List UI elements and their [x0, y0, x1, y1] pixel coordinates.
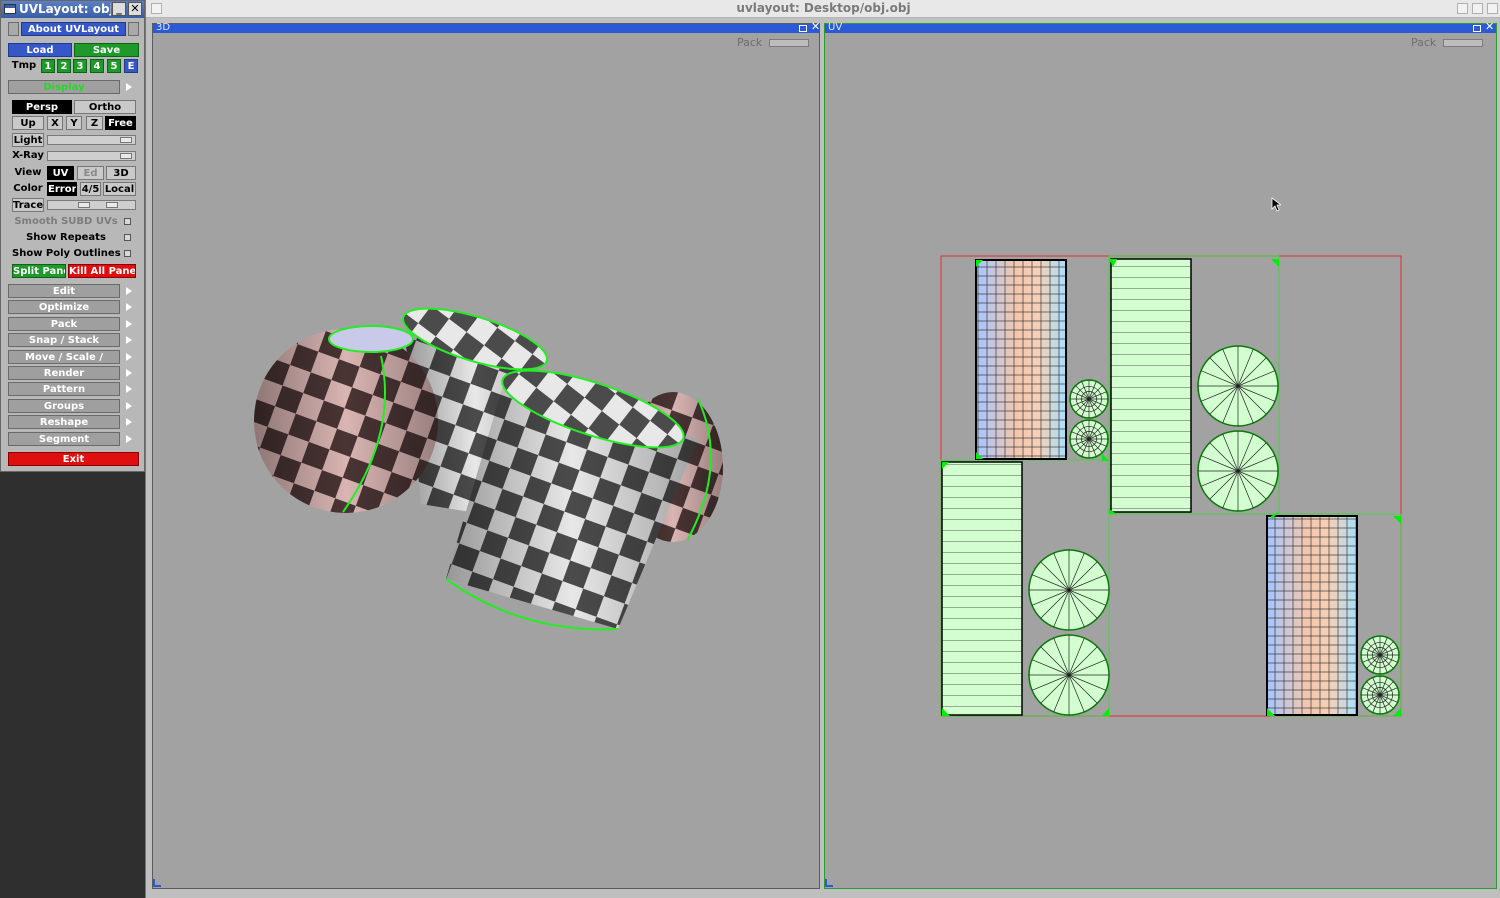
kill-all-panes-button[interactable]: Kill All Panes [68, 264, 136, 278]
display-menu-button[interactable]: Display [8, 80, 120, 94]
chevron-right-icon [126, 320, 132, 328]
show-repeats-checkbox[interactable] [124, 234, 131, 241]
exit-button[interactable]: Exit [8, 452, 139, 466]
uv-shell-cylinder-1[interactable] [1110, 258, 1192, 513]
viewport-3d-pane[interactable]: 3D ✕ Pack [152, 21, 820, 889]
chevron-right-icon [126, 83, 132, 91]
about-button[interactable]: About UVLayout [21, 22, 126, 36]
viewport-3d-canvas[interactable] [153, 34, 819, 888]
chevron-right-icon [126, 303, 132, 311]
trace-slider-knob-a[interactable] [78, 202, 90, 208]
view-label: View [14, 167, 42, 178]
snap-stack-menu-button[interactable]: Snap / Stack [8, 333, 120, 347]
uv-shell-sphere-2[interactable] [1266, 515, 1358, 716]
uvlayout-panel: UVLayout: obj.obj _ ✕ About UVLayout Loa… [0, 0, 145, 472]
pack-menu-button[interactable]: Pack [8, 317, 120, 331]
chevron-right-icon [126, 435, 132, 443]
chevron-right-icon [126, 385, 132, 393]
show-poly-outlines-label: Show Poly Outlines [12, 248, 121, 259]
pane-3d-header: 3D ✕ [153, 21, 820, 33]
close-icon[interactable]: ✕ [128, 2, 142, 16]
viewport-uv-pane[interactable]: UV ✕ Pack [824, 21, 1497, 889]
axis-y-button[interactable]: Y [66, 116, 82, 130]
color-local-button[interactable]: Local [103, 182, 136, 196]
maximize-icon[interactable] [799, 25, 807, 32]
persp-button[interactable]: Persp [12, 100, 72, 114]
axis-z-button[interactable]: Z [86, 116, 103, 130]
scroll-right-handle[interactable] [128, 22, 139, 36]
show-repeats-label: Show Repeats [26, 232, 106, 243]
xray-label: X-Ray [12, 150, 44, 161]
chevron-right-icon [126, 353, 132, 361]
tmp-slot-2[interactable]: 2 [57, 59, 71, 73]
mouse-cursor-icon [1271, 197, 1281, 212]
axis-x-button[interactable]: X [47, 116, 63, 130]
minimize-icon[interactable]: _ [112, 2, 126, 16]
show-poly-outlines-checkbox[interactable] [124, 250, 131, 257]
view-ed-button[interactable]: Ed [77, 166, 104, 180]
chevron-right-icon [126, 336, 132, 344]
pane-resize-handle[interactable] [153, 879, 161, 887]
chevron-right-icon [126, 402, 132, 410]
trace-slider[interactable] [47, 200, 136, 210]
edit-menu-button[interactable]: Edit [8, 284, 120, 298]
pane-resize-handle[interactable] [825, 879, 833, 887]
axis-free-button[interactable]: Free [105, 116, 136, 130]
xray-slider-knob[interactable] [120, 153, 132, 159]
uv-shell-cylinder-2[interactable] [941, 461, 1023, 716]
window-icon[interactable] [151, 3, 162, 14]
xray-slider[interactable] [47, 151, 136, 161]
view-uv-button[interactable]: UV [47, 166, 74, 180]
chevron-right-icon [126, 369, 132, 377]
uv-shell-sphere-1[interactable] [975, 259, 1067, 460]
maximize-icon[interactable] [1472, 3, 1483, 14]
pane-3d-label: 3D [156, 22, 171, 33]
segment-menu-button[interactable]: Segment [8, 432, 120, 446]
chevron-right-icon [126, 287, 132, 295]
smooth-subd-checkbox[interactable] [124, 218, 131, 225]
save-button[interactable]: Save [74, 43, 139, 57]
groups-menu-button[interactable]: Groups [8, 399, 120, 413]
load-button[interactable]: Load [8, 43, 72, 57]
reshape-menu-button[interactable]: Reshape [8, 415, 120, 429]
trace-slider-knob-b[interactable] [106, 202, 118, 208]
light-button[interactable]: Light [12, 133, 44, 147]
trace-button[interactable]: Trace [12, 198, 44, 212]
split-pane-button[interactable]: Split Pane [12, 264, 66, 278]
optimize-menu-button[interactable]: Optimize [8, 300, 120, 314]
panel-titlebar[interactable]: UVLayout: obj.obj _ ✕ [1, 1, 144, 18]
main-title: uvlayout: Desktop/obj.obj [736, 1, 911, 15]
color-45-button[interactable]: 4/5 [80, 182, 101, 196]
render-menu-button[interactable]: Render [8, 366, 120, 380]
color-error-button[interactable]: Error [47, 182, 77, 196]
color-label: Color [13, 183, 43, 194]
main-window: uvlayout: Desktop/obj.obj 3D ✕ Pack UV ✕… [145, 0, 1500, 898]
tmp-slot-5[interactable]: 5 [107, 59, 121, 73]
scroll-left-handle[interactable] [8, 22, 19, 36]
view-3d-button[interactable]: 3D [106, 166, 136, 180]
main-titlebar[interactable]: uvlayout: Desktop/obj.obj [146, 0, 1500, 18]
ortho-button[interactable]: Ortho [74, 100, 136, 114]
close-icon[interactable]: ✕ [811, 21, 820, 33]
tmp-slot-1[interactable]: 1 [41, 59, 55, 73]
tmp-label: Tmp [11, 60, 37, 71]
light-slider[interactable] [47, 135, 136, 145]
light-slider-knob[interactable] [120, 137, 132, 143]
smooth-subd-label: Smooth SUBD UVs [14, 216, 118, 227]
up-label: Up [12, 116, 44, 130]
panel-title: UVLayout: obj.obj [19, 2, 111, 16]
window-icon[interactable] [4, 4, 16, 14]
tmp-slot-3[interactable]: 3 [73, 59, 87, 73]
chevron-right-icon [126, 418, 132, 426]
close-icon[interactable] [1487, 3, 1498, 14]
uv-canvas[interactable] [825, 24, 1496, 888]
move-scale-rotate-menu-button[interactable]: Move / Scale / Rotate [8, 350, 120, 376]
tmp-slot-e[interactable]: E [124, 59, 138, 73]
tmp-slot-4[interactable]: 4 [90, 59, 104, 73]
minimize-icon[interactable] [1457, 3, 1468, 14]
pattern-menu-button[interactable]: Pattern [8, 382, 120, 396]
